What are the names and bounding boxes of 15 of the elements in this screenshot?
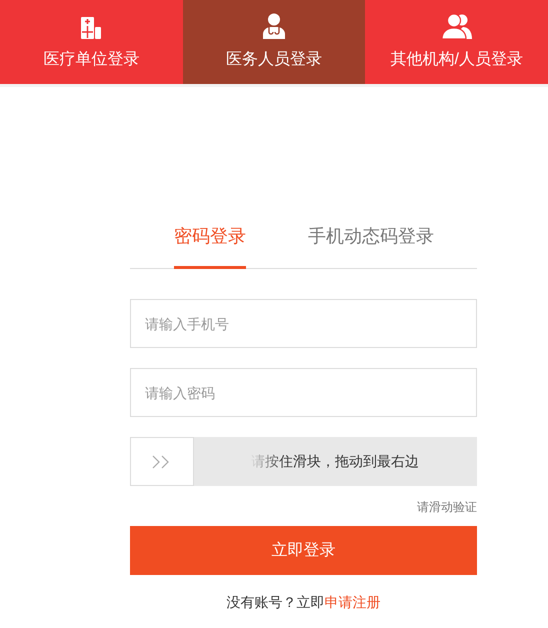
doctor-icon — [261, 12, 287, 38]
input-field[interactable]: 请输入手机号 — [130, 299, 477, 348]
hospital-icon — [80, 16, 102, 38]
login-button[interactable]: 立即登录 — [130, 526, 477, 575]
login-method-tab[interactable]: 密码登录 — [174, 223, 246, 269]
login-type-tab[interactable]: 医疗单位登录 — [0, 0, 183, 84]
people-icon — [442, 12, 472, 38]
register-prompt: 没有账号？立即申请注册 — [226, 593, 380, 612]
login-type-tab[interactable]: 医务人员登录 — [182, 0, 366, 84]
register-link[interactable]: 申请注册 — [324, 594, 380, 610]
login-method-tab[interactable]: 手机动态码登录 — [308, 223, 434, 269]
input-field[interactable]: 请输入密码 — [130, 368, 477, 417]
slider-hint: 请滑动验证 — [417, 499, 477, 516]
slider-handle[interactable] — [130, 437, 194, 486]
login-type-tab[interactable]: 其他机构/人员登录 — [365, 0, 548, 84]
